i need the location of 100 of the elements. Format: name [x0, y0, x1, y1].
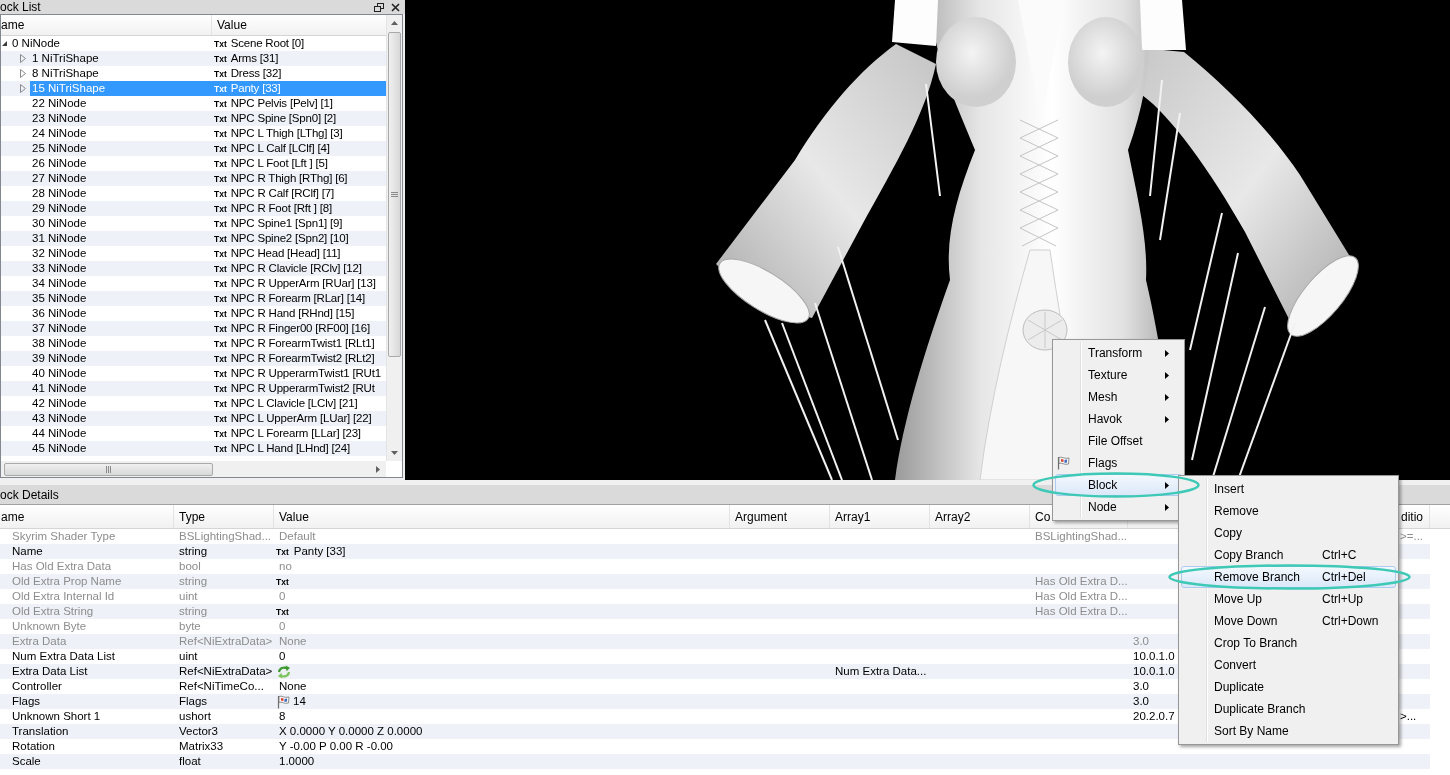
tree-row[interactable]: 29 NiNode Txt NPC R Foot [Rft ] [8] [1, 201, 386, 216]
property-type: string [179, 544, 208, 559]
property-name: Scale [12, 754, 41, 769]
up-arrow-icon[interactable] [391, 21, 398, 25]
table-cell: BSLightingShad... [1035, 529, 1128, 544]
column-header[interactable]: Value [212, 15, 386, 35]
menu-item[interactable]: Duplicate Branch [1181, 698, 1396, 720]
property-name: Flags [12, 694, 41, 709]
property-type: Ref<NiExtraData> [179, 634, 273, 649]
menu-item[interactable]: Sort By Name [1181, 720, 1396, 742]
node-value: NPC R Foot [Rft ] [8] [230, 201, 332, 216]
vertical-scrollbar[interactable] [386, 15, 402, 461]
render-viewport[interactable] [405, 0, 1450, 480]
node-value: NPC L Clavicle [LClv] [21] [230, 396, 358, 411]
txt-label: Txt [214, 383, 227, 394]
menu-item[interactable]: Move Up Ctrl+Up [1181, 588, 1396, 610]
down-arrow-icon[interactable] [391, 451, 398, 455]
table-cell: Has Old Extra D... [1035, 604, 1128, 619]
horizontal-scrollbar[interactable] [1, 461, 386, 477]
column-header[interactable]: Array1 [835, 507, 871, 526]
column-header[interactable]: ditio [1401, 507, 1423, 526]
menu-item[interactable]: Copy [1181, 522, 1396, 544]
menu-item[interactable]: Copy Branch Ctrl+C [1181, 544, 1396, 566]
node-value: NPC R Thigh [RThg] [6] [230, 171, 348, 186]
property-type: float [179, 754, 201, 769]
tree-row[interactable]: 1 NiTriShape Txt Arms [31] [1, 51, 386, 66]
menu-item[interactable]: Havok [1055, 408, 1182, 430]
txt-label: Txt [214, 248, 227, 259]
menu-item[interactable]: Texture [1055, 364, 1182, 386]
node-value: NPC L Foot [Lft ] [5] [230, 156, 328, 171]
node-value: NPC Spine [Spn0] [2] [230, 111, 337, 126]
menu-item[interactable]: Remove [1181, 500, 1396, 522]
property-value: Default [278, 529, 316, 544]
menu-item[interactable]: Transform [1055, 342, 1182, 364]
column-header[interactable]: ame [1, 15, 212, 35]
submenu-arrow-icon [1165, 503, 1169, 511]
tree-row[interactable]: 43 NiNode Txt NPC L UpperArm [LUar] [22] [1, 411, 386, 426]
property-value: X 0.0000 Y 0.0000 Z 0.0000 [278, 724, 423, 739]
column-header[interactable]: Type [179, 507, 205, 526]
grip-icon [106, 465, 111, 473]
property-type: uint [179, 589, 198, 604]
tree-row[interactable]: 31 NiNode Txt NPC Spine2 [Spn2] [10] [1, 231, 386, 246]
node-name: 35 NiNode [31, 291, 87, 306]
scrollbar-thumb[interactable] [388, 32, 401, 357]
menu-item[interactable]: File Offset [1055, 430, 1182, 452]
tree-row[interactable]: 37 NiNode Txt NPC R Finger00 [RF00] [16] [1, 321, 386, 336]
tree-row[interactable]: 27 NiNode Txt NPC R Thigh [RThg] [6] [1, 171, 386, 186]
node-name: 31 NiNode [31, 231, 87, 246]
right-arrow-icon[interactable] [376, 465, 380, 473]
tree-row[interactable]: 35 NiNode Txt NPC R Forearm [RLar] [14] [1, 291, 386, 306]
column-header[interactable]: Argument [735, 507, 788, 526]
flag-icon [1057, 456, 1070, 470]
tree-row[interactable]: 45 NiNode Txt NPC L Hand [LHnd] [24] [1, 441, 386, 456]
txt-label: Txt [214, 413, 227, 424]
property-name: Old Extra Prop Name [12, 574, 122, 589]
column-header[interactable]: Array2 [935, 507, 971, 526]
menu-item[interactable]: Crop To Branch [1181, 632, 1396, 654]
property-type: ushort [179, 709, 211, 724]
column-header[interactable]: Value [279, 507, 309, 526]
menu-item[interactable]: Insert [1181, 478, 1396, 500]
node-value: NPC R Calf [RClf] [7] [230, 186, 334, 201]
collapse-arrow-icon[interactable] [2, 41, 7, 46]
expand-arrow-icon[interactable] [20, 69, 26, 78]
node-name: 30 NiNode [31, 216, 87, 231]
node-name: 38 NiNode [31, 336, 87, 351]
txt-label: Txt [214, 398, 227, 409]
node-value: Panty [33] [230, 81, 281, 96]
submenu-arrow-icon [1165, 371, 1169, 379]
property-value: 14 [293, 694, 306, 709]
menu-item[interactable]: Mesh [1055, 386, 1182, 408]
table-cell: 10.0.1.0 [1133, 664, 1175, 679]
tree-row[interactable]: 23 NiNode Txt NPC Spine [Spn0] [2] [1, 111, 386, 126]
tree-row[interactable]: 25 NiNode Txt NPC L Calf [LClf] [4] [1, 141, 386, 156]
close-icon[interactable] [391, 2, 400, 12]
column-header[interactable]: ame [1, 507, 25, 526]
submenu-arrow-icon [1165, 349, 1169, 357]
txt-label: Txt [214, 308, 227, 319]
property-value: 8 [278, 709, 286, 724]
table-cell: Has Old Extra D... [1035, 574, 1128, 589]
menu-item[interactable]: Move Down Ctrl+Down [1181, 610, 1396, 632]
property-value: 1.0000 [278, 754, 315, 769]
float-icon[interactable] [374, 2, 384, 12]
submenu-arrow-icon [1165, 481, 1169, 489]
menu-item[interactable]: Duplicate [1181, 676, 1396, 698]
tree-row[interactable]: 41 NiNode Txt NPC R UpperarmTwist2 [RUt [1, 381, 386, 396]
menu-item[interactable]: Node [1055, 496, 1182, 518]
scrollbar-thumb[interactable] [4, 462, 213, 476]
table-cell: 20.2.0.7 [1133, 709, 1175, 724]
expand-arrow-icon[interactable] [20, 54, 26, 63]
menu-item[interactable]: Flags [1055, 452, 1182, 474]
shortcut-label: Ctrl+C [1322, 547, 1357, 564]
expand-arrow-icon[interactable] [20, 84, 26, 93]
txt-label: Txt [214, 68, 227, 79]
table-cell: >=... [1400, 529, 1424, 544]
table-cell: 3.0 [1133, 634, 1149, 649]
tree-row[interactable]: 39 NiNode Txt NPC R ForearmTwist2 [RLt2] [1, 351, 386, 366]
menu-item[interactable]: Convert [1181, 654, 1396, 676]
property-value: 0 [278, 619, 286, 634]
tree-row[interactable]: 33 NiNode Txt NPC R Clavicle [RClv] [12] [1, 261, 386, 276]
column-header[interactable]: Co [1035, 507, 1051, 526]
